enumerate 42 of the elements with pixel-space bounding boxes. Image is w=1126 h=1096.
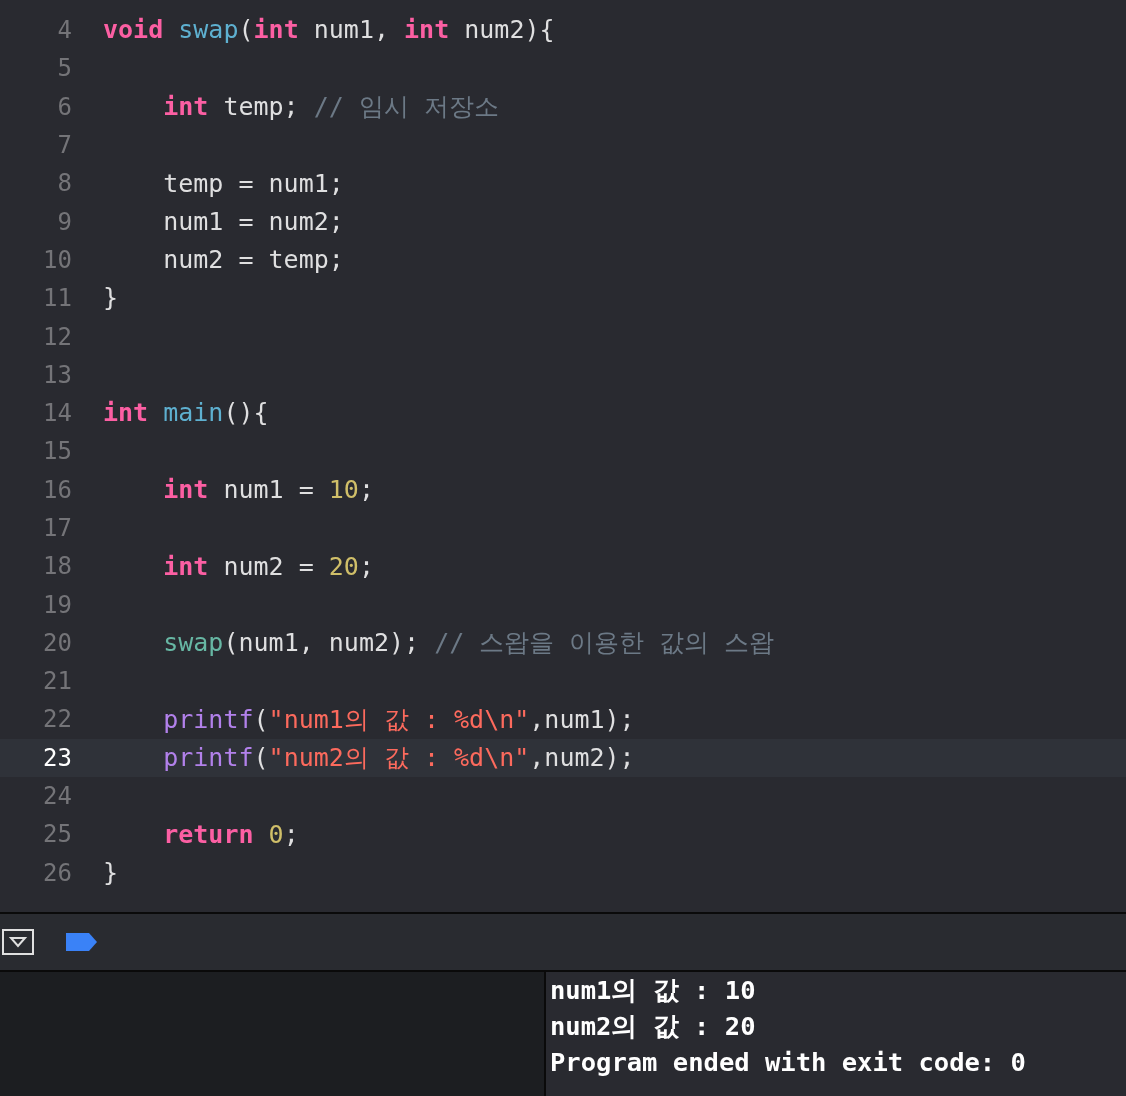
code-line: } bbox=[103, 282, 119, 315]
line-number: 21 bbox=[42, 666, 72, 698]
line-number: 14 bbox=[42, 398, 72, 430]
line-number: 8 bbox=[56, 168, 72, 200]
line-number: 10 bbox=[42, 244, 72, 276]
console-output-line: num1의 값 : 10 bbox=[550, 974, 757, 1007]
line-number: 13 bbox=[42, 359, 72, 391]
line-number: 7 bbox=[56, 130, 72, 162]
code-line: void swap(int num1, int num2){ bbox=[103, 14, 555, 47]
line-number: 12 bbox=[42, 321, 72, 353]
code-line: int main(){ bbox=[103, 397, 269, 430]
code-line: } bbox=[103, 856, 119, 889]
code-line: swap(num1, num2); // 스왑을 이용한 값의 스왑 bbox=[163, 627, 775, 660]
code-line: num1 = num2; bbox=[163, 205, 344, 238]
line-number: 15 bbox=[42, 436, 72, 468]
line-number: 24 bbox=[42, 781, 72, 813]
code-line: return 0; bbox=[163, 818, 299, 851]
console-output-line: Program ended with exit code: 0 bbox=[550, 1046, 1027, 1079]
line-number: 4 bbox=[56, 15, 72, 47]
code-line: int temp; // 임시 저장소 bbox=[163, 91, 499, 123]
code-line: int num1 = 10; bbox=[163, 473, 374, 506]
line-number: 23 bbox=[42, 742, 72, 774]
line-number: 6 bbox=[56, 91, 72, 123]
line-number: 19 bbox=[42, 589, 72, 621]
line-number: 26 bbox=[42, 857, 72, 889]
code-line: printf("num2의 값 : %d\n",num2); bbox=[163, 742, 635, 775]
console-output-line: num2의 값 : 20 bbox=[550, 1010, 757, 1043]
breakpoint-icon[interactable] bbox=[66, 933, 97, 951]
line-number: 18 bbox=[42, 551, 72, 583]
code-line: printf("num1의 값 : %d\n",num1); bbox=[163, 703, 635, 736]
line-number: 25 bbox=[42, 819, 72, 851]
hide-console-icon[interactable] bbox=[2, 929, 34, 955]
code-line: num2 = temp; bbox=[163, 244, 344, 277]
line-number: 5 bbox=[56, 53, 72, 85]
line-number: 16 bbox=[42, 474, 72, 506]
line-number: 9 bbox=[56, 206, 72, 238]
line-number: 22 bbox=[42, 704, 72, 736]
code-line: temp = num1; bbox=[163, 167, 344, 200]
line-number: 20 bbox=[42, 627, 72, 659]
line-number: 11 bbox=[42, 283, 72, 315]
line-number: 17 bbox=[42, 513, 72, 544]
code-line: int num2 = 20; bbox=[163, 550, 374, 583]
